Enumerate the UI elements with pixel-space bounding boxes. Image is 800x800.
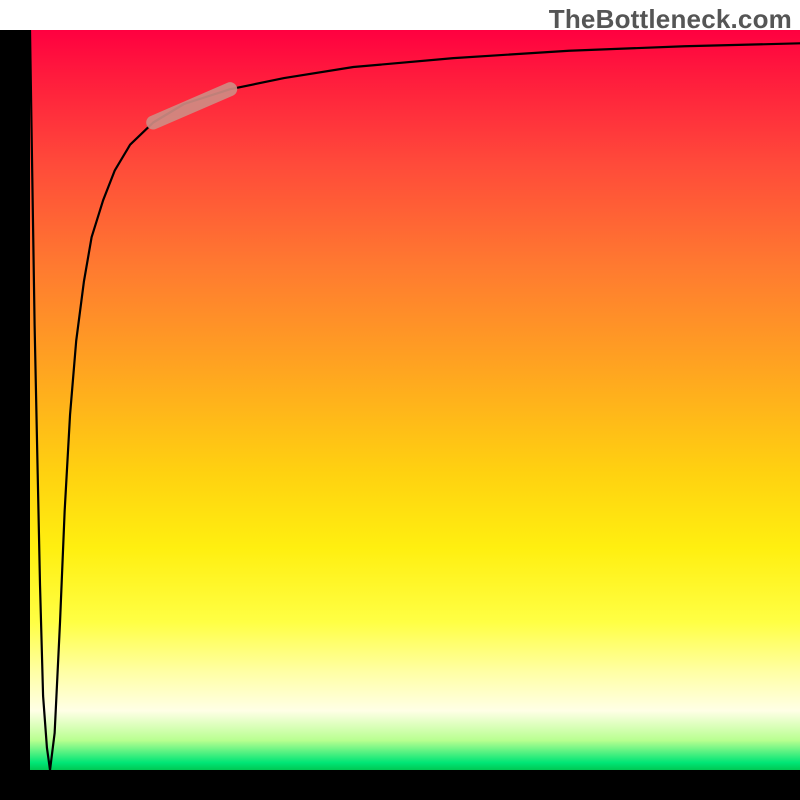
y-axis (0, 30, 30, 770)
watermark-text: TheBottleneck.com (549, 4, 792, 35)
x-axis (0, 770, 800, 800)
plot-area (30, 30, 800, 770)
gradient-background (30, 30, 800, 770)
bottleneck-chart: TheBottleneck.com (0, 0, 800, 800)
